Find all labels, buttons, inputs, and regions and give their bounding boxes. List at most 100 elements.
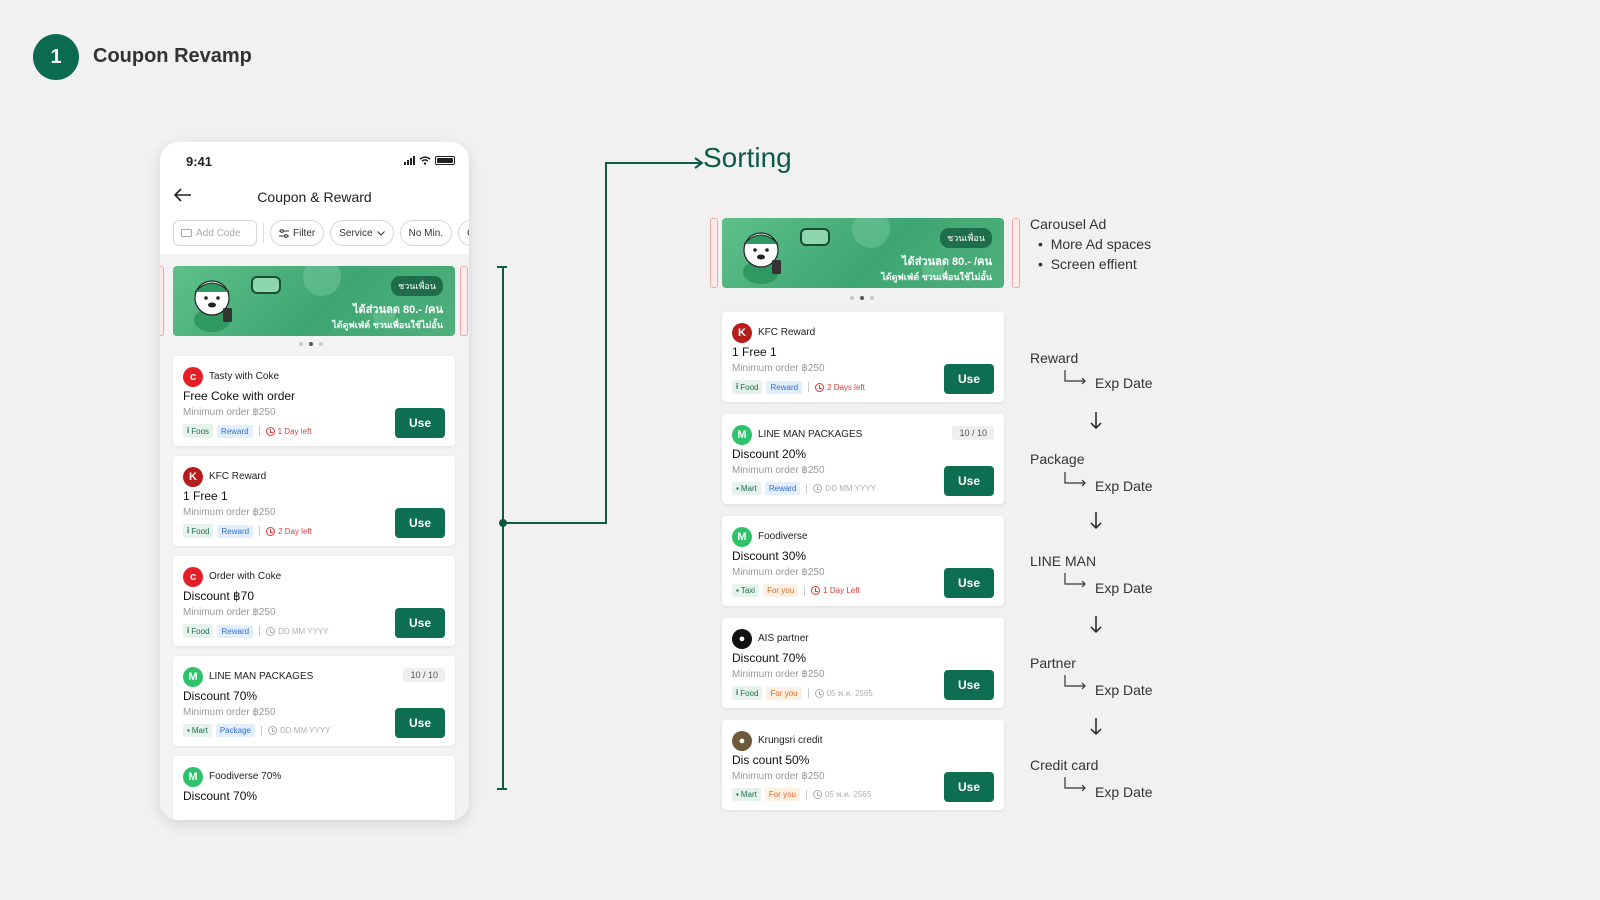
category-tag: ▪ Mart <box>183 724 212 737</box>
expiry-text: DD MM YYYY <box>267 726 331 735</box>
coupon-card[interactable]: c Tasty with Coke Free Coke with order M… <box>173 356 455 446</box>
lineman-logo-icon: M <box>183 767 203 787</box>
wifi-icon <box>419 156 431 165</box>
signal-icon <box>404 156 415 165</box>
use-button[interactable]: Use <box>944 568 994 598</box>
fork-knife-icon: 𝐢 <box>187 626 190 635</box>
sorted-coupon-card[interactable]: M Foodiverse Discount 30% Minimum order … <box>722 516 1004 606</box>
carousel-note-bullet: • More Ad spaces <box>1038 236 1152 252</box>
add-code-input[interactable]: Add Code <box>173 220 257 246</box>
use-button[interactable]: Use <box>944 670 994 700</box>
partial-chip-label: C <box>467 228 469 239</box>
coupon-card[interactable]: M Foodiverse 70% Discount 70% <box>173 756 455 820</box>
coupon-brand: LINE MAN PACKAGES <box>209 671 314 682</box>
lineman-logo-icon: M <box>732 527 752 547</box>
coupon-offer: Discount 70% <box>183 789 258 803</box>
carousel-note-bullet: • Screen effient <box>1038 256 1137 272</box>
no-min-label: No Min. <box>408 227 444 239</box>
kfc-logo-icon: K <box>732 323 752 343</box>
clock-icon <box>812 790 822 799</box>
type-tag: Package <box>215 724 255 737</box>
carousel-prev-peek <box>710 218 718 288</box>
exp-date-label: Exp Date <box>1095 375 1153 391</box>
usage-count-badge: 10 / 10 <box>403 668 445 682</box>
coupon-card[interactable]: c Order with Coke Discount ฿70 Minimum o… <box>173 556 455 646</box>
coupon-offer: 1 Free 1 <box>732 345 777 359</box>
category-tag: 𝐢 Food <box>183 524 214 538</box>
coupon-min-order: Minimum order ฿250 <box>732 465 825 476</box>
sorted-coupon-card[interactable]: M LINE MAN PACKAGES 10 / 10 Discount 20%… <box>722 414 1004 504</box>
use-button[interactable]: Use <box>395 508 445 538</box>
bracket-vertical <box>502 266 504 790</box>
clock-icon <box>811 586 821 595</box>
coupon-min-order: Minimum order ฿250 <box>183 707 276 718</box>
basket-icon: ▪ <box>187 726 190 735</box>
filter-chip[interactable]: Filter <box>270 220 325 246</box>
lineman-logo-icon: M <box>183 667 203 687</box>
type-tag: For you <box>764 788 800 801</box>
coupon-brand: AIS partner <box>758 633 809 644</box>
ticket-icon <box>181 229 192 237</box>
banner-badge: ชวนเพื่อน <box>391 276 443 296</box>
coke-logo-icon: c <box>183 567 203 587</box>
basket-icon: ▪ <box>736 790 739 799</box>
use-button[interactable]: Use <box>395 708 445 738</box>
expiry-text: 1 Day Left <box>811 586 860 595</box>
carousel-dots <box>850 296 874 300</box>
use-button[interactable]: Use <box>395 408 445 438</box>
carousel-ad-banner[interactable]: ชวนเพื่อน ได้ส่วนลด 80.- /คน ได้ดูฟเฟ่ต์… <box>722 218 1004 288</box>
carousel-ad-banner[interactable]: ชวนเพื่อน ได้ส่วนลด 80.- /คน ได้ดูฟเฟ่ต์… <box>173 266 455 336</box>
coupon-min-order: Minimum order ฿250 <box>183 607 276 618</box>
use-button[interactable]: Use <box>944 466 994 496</box>
coupon-brand: KFC Reward <box>758 327 816 338</box>
sorted-coupon-card[interactable]: ● AIS partner Discount 70% Minimum order… <box>722 618 1004 708</box>
expiry-text: 1 Day left <box>265 426 311 436</box>
coupon-offer: 1 Free 1 <box>183 489 228 503</box>
category-tag: ▪ Mart <box>732 788 761 801</box>
coupon-brand: Krungsri credit <box>758 735 823 746</box>
category-tag: ▪ Taxi <box>732 584 760 597</box>
carousel-ad-note-title: Carousel Ad <box>1030 216 1107 232</box>
filter-bar: Add Code Filter Service No Min. C <box>173 220 469 246</box>
elbow-arrow-icon <box>1064 573 1086 588</box>
partial-chip[interactable]: C <box>458 220 469 246</box>
add-code-placeholder: Add Code <box>196 227 241 239</box>
expiry-text: DD MM YYYY <box>813 484 876 493</box>
type-tag: Reward <box>764 482 801 495</box>
expiry-text: 05 พ.ค. 2565 <box>814 687 873 700</box>
use-button[interactable]: Use <box>395 608 445 638</box>
basket-icon: ▪ <box>736 484 739 493</box>
arrow-down-icon <box>1090 412 1102 430</box>
coupon-min-order: Minimum order ฿250 <box>732 363 825 374</box>
coupon-offer: Discount 20% <box>732 447 807 461</box>
sorted-coupon-card[interactable]: K KFC Reward 1 Free 1 Minimum order ฿250… <box>722 312 1004 402</box>
fork-knife-icon: 𝐢 <box>187 426 190 435</box>
mascot-illustration <box>194 280 232 332</box>
mascot-illustration <box>743 232 781 284</box>
category-tag: ▪ Mart <box>732 482 761 495</box>
coupon-min-order: Minimum order ฿250 <box>183 507 276 518</box>
bracket-top-tick <box>497 266 507 268</box>
car-icon: ▪ <box>736 586 739 595</box>
use-button[interactable]: Use <box>944 364 994 394</box>
status-time: 9:41 <box>186 154 213 169</box>
expiry-text: DD MM YYYY <box>266 626 329 636</box>
fork-knife-icon: 𝐢 <box>187 526 190 535</box>
coupon-offer: Free Coke with order <box>183 389 296 403</box>
carousel-dots <box>299 342 323 346</box>
sorted-coupon-card[interactable]: ● Krungsri credit Dis count 50% Minimum … <box>722 720 1004 810</box>
coupon-min-order: Minimum order ฿250 <box>183 407 276 418</box>
coupon-card[interactable]: M LINE MAN PACKAGES 10 / 10 Discount 70%… <box>173 656 455 746</box>
coupon-offer: Discount 30% <box>732 549 807 563</box>
exp-date-label: Exp Date <box>1095 580 1153 596</box>
use-button[interactable]: Use <box>944 772 994 802</box>
connector-vertical <box>605 162 607 524</box>
sort-order-reward: Reward <box>1030 350 1079 366</box>
screen-title: Coupon & Reward <box>257 189 372 205</box>
sliders-icon <box>279 228 289 238</box>
no-min-chip[interactable]: No Min. <box>399 220 453 246</box>
coupon-card[interactable]: K KFC Reward 1 Free 1 Minimum order ฿250… <box>173 456 455 546</box>
qr-icon <box>251 276 281 294</box>
service-dropdown[interactable]: Service <box>330 220 394 246</box>
expiry-text: 05 พ.ค. 2565 <box>812 788 871 801</box>
